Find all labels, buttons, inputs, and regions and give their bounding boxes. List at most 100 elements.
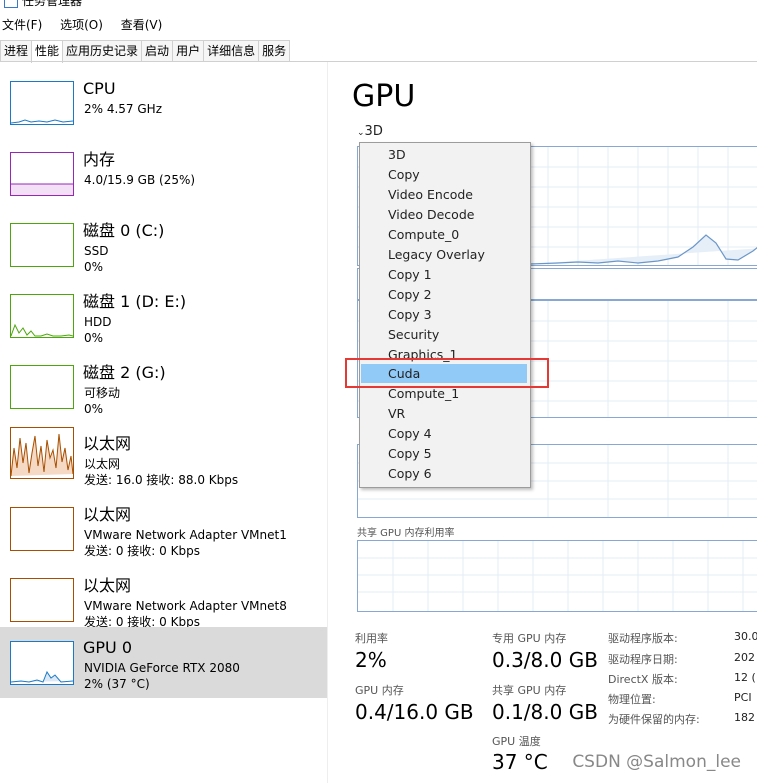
dedicated-memory-value: 0.3/8.0 GB — [492, 648, 598, 672]
shared-memory-value: 0.1/8.0 GB — [492, 700, 598, 724]
device-name: 磁盘 1 (D: E:) — [83, 292, 187, 311]
dedicated-memory-label: 专用 GPU 内存 — [492, 632, 567, 645]
menu-item-copy-4[interactable]: Copy 4 — [388, 426, 432, 444]
gpu-memory-value: 0.4/16.0 GB — [355, 700, 474, 724]
sidebar-item-cpu[interactable]: CPU 2% 4.57 GHz — [0, 72, 327, 143]
device-stat: 0% — [84, 331, 104, 345]
menu-item-video-decode[interactable]: Video Decode — [388, 207, 474, 225]
sidebar-item-disk-0[interactable]: 磁盘 0 (C:) SSD 0% — [0, 214, 327, 285]
device-stat: 发送: 16.0 接收: 88.0 Kbps — [84, 473, 239, 487]
tab-details[interactable]: 详细信息 — [203, 40, 260, 62]
vmnet1-thumbnail-graph — [10, 507, 74, 551]
chevron-down-icon: ⌄ — [357, 128, 365, 138]
task-manager-icon — [4, 0, 18, 8]
disk1-thumbnail-graph — [10, 294, 74, 338]
driver-date-label: 驱动程序日期: — [608, 653, 678, 666]
watermark: CSDN @Salmon_lee — [572, 752, 741, 772]
directx-version-value: 12 ( — [734, 671, 756, 684]
reserved-memory-value: 182 — [734, 711, 755, 724]
menu-bar: 文件(F) 选项(O) 查看(V) — [0, 16, 174, 36]
disk2-thumbnail-graph — [10, 365, 74, 409]
gpu-temperature-label: GPU 温度 — [492, 735, 541, 748]
menu-item-security[interactable]: Security — [388, 327, 439, 345]
adapter-name: VMware Network Adapter VMnet8 — [84, 599, 287, 613]
sidebar-item-ethernet-vmnet1[interactable]: 以太网 VMware Network Adapter VMnet1 发送: 0 … — [0, 498, 327, 569]
device-name: 以太网 — [83, 434, 132, 453]
menu-item-copy-6[interactable]: Copy 6 — [388, 466, 432, 484]
gpu-model: NVIDIA GeForce RTX 2080 — [84, 661, 240, 675]
disk0-thumbnail-graph — [10, 223, 74, 267]
window-title: 任务管理器 — [22, 0, 83, 8]
title-bar: 任务管理器 — [0, 0, 82, 8]
shared-memory-label: 共享 GPU 内存 — [492, 684, 567, 697]
menu-item-copy-1[interactable]: Copy 1 — [388, 267, 432, 285]
device-type: HDD — [84, 315, 112, 329]
tab-performance[interactable]: 性能 — [31, 40, 64, 63]
device-stat: 发送: 0 接收: 0 Kbps — [84, 544, 200, 558]
gpu-memory-label: GPU 内存 — [355, 684, 404, 697]
device-type: SSD — [84, 244, 109, 258]
shared-memory-graph — [357, 540, 757, 612]
device-stat: 4.0/15.9 GB (25%) — [84, 173, 196, 187]
sidebar-divider — [327, 62, 328, 783]
shared-memory-caption: 共享 GPU 内存利用率 — [357, 528, 455, 539]
menu-item-compute-0[interactable]: Compute_0 — [388, 227, 459, 245]
menu-item-copy[interactable]: Copy — [388, 167, 420, 185]
device-name: 以太网 — [83, 576, 132, 595]
sidebar-item-ethernet-1[interactable]: 以太网 以太网 发送: 16.0 接收: 88.0 Kbps — [0, 427, 327, 498]
device-name: GPU 0 — [83, 638, 133, 657]
tab-app-history[interactable]: 应用历史记录 — [62, 40, 143, 62]
menu-item-copy-3[interactable]: Copy 3 — [388, 307, 432, 325]
menu-item-compute-1[interactable]: Compute_1 — [388, 386, 459, 404]
device-sidebar: CPU 2% 4.57 GHz 内存 4.0/15.9 GB (25%) 磁盘 … — [0, 62, 327, 783]
physical-location-value: PCI — [734, 691, 752, 704]
engine-selected-label: 3D — [364, 124, 383, 139]
highlight-annotation-box — [345, 358, 549, 388]
device-stat: 0% — [84, 260, 104, 274]
tab-startup[interactable]: 启动 — [141, 40, 174, 62]
tab-users[interactable]: 用户 — [172, 40, 205, 62]
sidebar-item-memory[interactable]: 内存 4.0/15.9 GB (25%) — [0, 143, 327, 214]
physical-location-label: 物理位置: — [608, 693, 656, 706]
engine-dropdown-menu: 3D Copy Video Encode Video Decode Comput… — [359, 142, 531, 488]
device-name: 内存 — [83, 150, 116, 169]
utilization-value: 2% — [355, 648, 387, 672]
gpu-temperature-value: 37 °C — [492, 750, 548, 774]
device-name: 以太网 — [83, 505, 132, 524]
sidebar-item-gpu-0[interactable]: GPU 0 NVIDIA GeForce RTX 2080 2% (37 °C) — [0, 627, 327, 698]
page-title: GPU — [352, 79, 416, 114]
tab-bar: 进程 性能 应用历史记录 启动 用户 详细信息 服务 — [0, 40, 291, 63]
sidebar-item-disk-2[interactable]: 磁盘 2 (G:) 可移动 0% — [0, 356, 327, 427]
device-stat: 2% 4.57 GHz — [84, 102, 163, 116]
menu-item-legacy-overlay[interactable]: Legacy Overlay — [388, 247, 485, 265]
menu-item-vr[interactable]: VR — [388, 406, 405, 424]
reserved-memory-label: 为硬件保留的内存: — [608, 713, 700, 726]
sidebar-item-disk-1[interactable]: 磁盘 1 (D: E:) HDD 0% — [0, 285, 327, 356]
menu-options[interactable]: 选项(O) — [60, 18, 103, 32]
menu-view[interactable]: 查看(V) — [121, 18, 163, 32]
menu-item-video-encode[interactable]: Video Encode — [388, 187, 473, 205]
tab-processes[interactable]: 进程 — [0, 40, 33, 62]
vmnet8-thumbnail-graph — [10, 578, 74, 622]
driver-version-value: 30.0 — [734, 630, 757, 643]
device-name: CPU — [83, 79, 116, 98]
menu-item-3d[interactable]: 3D — [388, 147, 406, 165]
cpu-thumbnail-graph — [10, 81, 74, 125]
engine-dropdown[interactable]: ⌄3D — [357, 124, 383, 139]
directx-version-label: DirectX 版本: — [608, 673, 678, 686]
menu-item-copy-2[interactable]: Copy 2 — [388, 287, 432, 305]
device-stat: 2% (37 °C) — [84, 677, 150, 691]
device-name: 磁盘 2 (G:) — [83, 363, 166, 382]
ethernet1-thumbnail-graph — [10, 427, 74, 479]
tab-services[interactable]: 服务 — [258, 40, 291, 62]
device-stat: 0% — [84, 402, 104, 416]
driver-date-value: 202 — [734, 651, 755, 664]
menu-file[interactable]: 文件(F) — [2, 18, 42, 32]
adapter-name: 以太网 — [84, 457, 121, 471]
device-type: 可移动 — [84, 386, 121, 400]
utilization-label: 利用率 — [355, 632, 388, 645]
memory-thumbnail-graph — [10, 152, 74, 196]
driver-version-label: 驱动程序版本: — [608, 632, 678, 645]
gpu-thumbnail-graph — [10, 641, 74, 685]
menu-item-copy-5[interactable]: Copy 5 — [388, 446, 432, 464]
